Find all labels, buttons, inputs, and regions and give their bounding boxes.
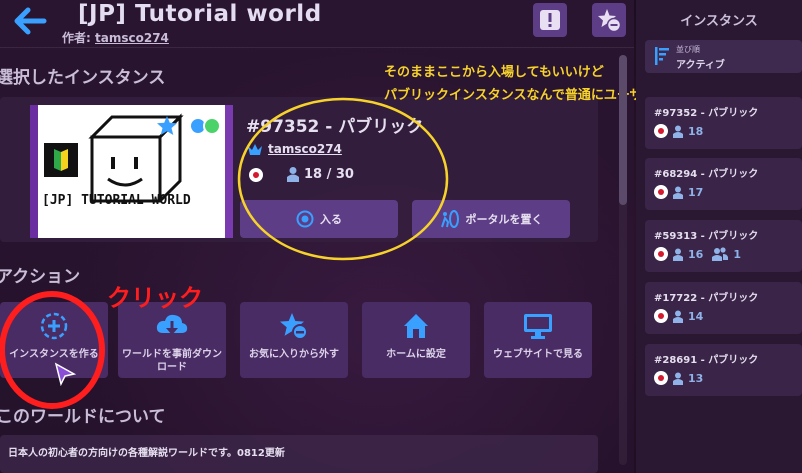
instance-card-users: 16 <box>688 247 704 261</box>
actions-heading: アクション <box>0 267 81 287</box>
unfavorite-icon <box>280 313 308 340</box>
instance-card-users: 13 <box>688 371 704 385</box>
sidebar-title: インスタンス <box>680 14 758 29</box>
star-minus-icon <box>598 9 622 33</box>
view-website-label: ウェブサイトで見る <box>493 349 583 360</box>
about-heading: このワールドについて <box>0 407 166 427</box>
predownload-world-label: ワールドを事前ダウンロード <box>122 349 222 373</box>
cursor-icon <box>54 362 76 386</box>
predownload-world-button[interactable]: ワールドを事前ダウンロード <box>118 302 226 378</box>
set-home-label: ホームに設定 <box>386 349 446 360</box>
author-link[interactable]: tamsco274 <box>95 31 169 45</box>
instance-card-id: #17722 - パブリック <box>654 293 759 304</box>
instance-card[interactable]: #97352 - パブリック 18 <box>645 97 802 149</box>
users-icon <box>673 125 683 138</box>
back-arrow-icon <box>14 7 47 35</box>
region-jp-flag-icon <box>654 247 668 261</box>
sort-value: アクティブ <box>676 60 725 71</box>
home-icon <box>404 314 428 338</box>
set-home-button[interactable]: ホームに設定 <box>362 302 470 378</box>
sort-icon <box>655 47 669 65</box>
region-jp-flag-icon <box>654 371 668 385</box>
instance-card[interactable]: #59313 - パブリック 16 1 <box>645 220 802 272</box>
instance-card-id: #68294 - パブリック <box>654 169 759 180</box>
users-icon <box>673 248 683 261</box>
author-line: 作者: tamsco274 <box>62 29 169 46</box>
world-title: [JP] Tutorial world <box>78 1 322 27</box>
unfavorite-header-button[interactable] <box>592 3 626 37</box>
main-scrollbar-thumb[interactable] <box>619 55 627 205</box>
instance-card-users: 14 <box>688 309 704 323</box>
view-website-button[interactable]: ウェブサイトで見る <box>484 302 592 378</box>
thumbnail-caption: [JP] TUTORIAL WORLD <box>42 193 191 208</box>
unfavorite-label: お気に入りから外す <box>249 349 339 360</box>
region-jp-flag-icon <box>654 185 668 199</box>
instance-card-id: #59313 - パブリック <box>654 231 759 242</box>
favorite-star-icon <box>157 116 177 135</box>
instance-card[interactable]: #28691 - パブリック 13 <box>645 344 802 396</box>
alert-icon <box>540 10 560 30</box>
instance-card[interactable]: #68294 - パブリック 17 <box>645 158 802 210</box>
users-icon <box>673 372 683 385</box>
world-description: 日本人の初心者の方向けの各種解説ワールドです。0812更新 <box>8 448 285 459</box>
instance-card-friends: 1 <box>733 247 741 261</box>
instance-card-id: #97352 - パブリック <box>654 108 759 119</box>
report-button[interactable] <box>533 3 567 37</box>
platform-quest-icon <box>203 117 221 135</box>
instance-card-users: 18 <box>688 124 704 138</box>
instance-card-users: 17 <box>688 185 704 199</box>
back-button[interactable] <box>12 6 48 36</box>
region-jp-flag-icon <box>654 124 668 138</box>
users-icon <box>673 186 683 199</box>
annotation-yellow-ellipse <box>237 97 449 261</box>
click-annotation: クリック <box>107 284 203 312</box>
instance-card[interactable]: #17722 - パブリック 14 <box>645 282 802 334</box>
header-divider <box>0 47 634 48</box>
cloud-download-icon <box>156 314 188 335</box>
friends-icon <box>712 247 729 261</box>
drop-portal-label: ポータルを置く <box>465 213 543 226</box>
monitor-icon <box>524 314 552 339</box>
instance-card-id: #28691 - パブリック <box>654 355 759 366</box>
annotation-red-circle <box>0 291 105 409</box>
author-label: 作者: <box>62 31 91 45</box>
users-icon <box>673 310 683 323</box>
selected-instance-heading: 選択したインスタンス <box>0 68 166 88</box>
sort-label: 並び順 <box>676 45 700 54</box>
region-jp-flag-icon <box>654 309 668 323</box>
unfavorite-button[interactable]: お気に入りから外す <box>240 302 348 378</box>
